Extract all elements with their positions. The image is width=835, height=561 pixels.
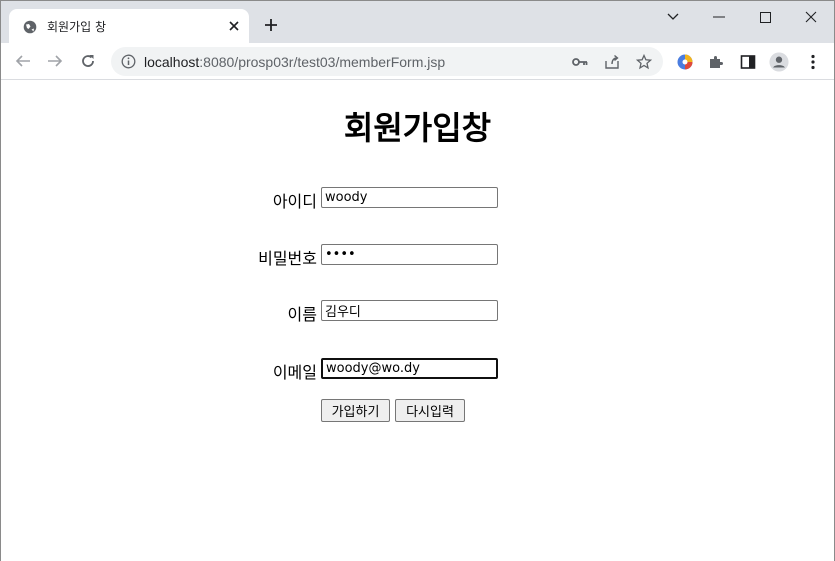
share-icon[interactable] (603, 53, 621, 71)
star-icon[interactable] (635, 53, 653, 71)
name-label: 이름 (287, 305, 317, 324)
toolbar: localhost:8080/prosp03r/test03/memberFor… (1, 43, 834, 80)
id-input[interactable] (321, 187, 498, 208)
key-icon[interactable] (571, 53, 589, 71)
maximize-icon[interactable] (750, 7, 780, 27)
form-row-id: 아이디 (1, 187, 834, 211)
close-window-icon[interactable] (796, 7, 826, 27)
kebab-menu-icon[interactable] (803, 52, 823, 72)
back-arrow-icon[interactable] (13, 51, 33, 71)
forward-arrow-icon[interactable] (45, 51, 65, 71)
tab-title: 회원가입 창 (47, 20, 107, 34)
submit-button[interactable]: 가입하기 (321, 399, 390, 422)
url-text: localhost:8080/prosp03r/test03/memberFor… (144, 54, 445, 70)
browser-window: 회원가입 창 localhost:8080/prosp03r/test03/me… (0, 0, 835, 561)
tab-strip: 회원가입 창 (1, 1, 834, 43)
chevron-down-icon[interactable] (658, 7, 688, 27)
globe-icon (23, 19, 37, 34)
puzzle-icon[interactable] (706, 52, 726, 72)
page-content: 회원가입창 아이디 비밀번호 이름 이메일 가입하기 다시입력 (1, 81, 834, 561)
address-bar[interactable]: localhost:8080/prosp03r/test03/memberFor… (111, 47, 663, 76)
form-row-name: 이름 (1, 300, 834, 324)
side-panel-icon[interactable] (738, 52, 758, 72)
profile-avatar-icon[interactable] (769, 52, 789, 72)
url-host: localhost (144, 54, 200, 70)
form-row-password: 비밀번호 (1, 244, 834, 268)
id-label: 아이디 (272, 192, 317, 211)
page-title: 회원가입창 (343, 109, 492, 147)
name-input[interactable] (321, 300, 498, 321)
url-path: :8080/prosp03r/test03/memberForm.jsp (199, 54, 446, 70)
new-tab-button[interactable] (261, 15, 281, 35)
close-icon[interactable] (225, 17, 243, 35)
extension-color-icon[interactable] (675, 52, 695, 72)
form-row-email: 이메일 (1, 358, 834, 382)
reset-button[interactable]: 다시입력 (395, 399, 465, 422)
email-label: 이메일 (272, 363, 317, 382)
minimize-icon[interactable] (704, 7, 734, 27)
info-icon[interactable] (121, 54, 136, 69)
tab-active[interactable]: 회원가입 창 (9, 9, 249, 43)
email-input[interactable] (321, 358, 498, 379)
password-input[interactable] (321, 244, 498, 265)
password-label: 비밀번호 (258, 249, 317, 268)
reload-icon[interactable] (78, 51, 98, 71)
